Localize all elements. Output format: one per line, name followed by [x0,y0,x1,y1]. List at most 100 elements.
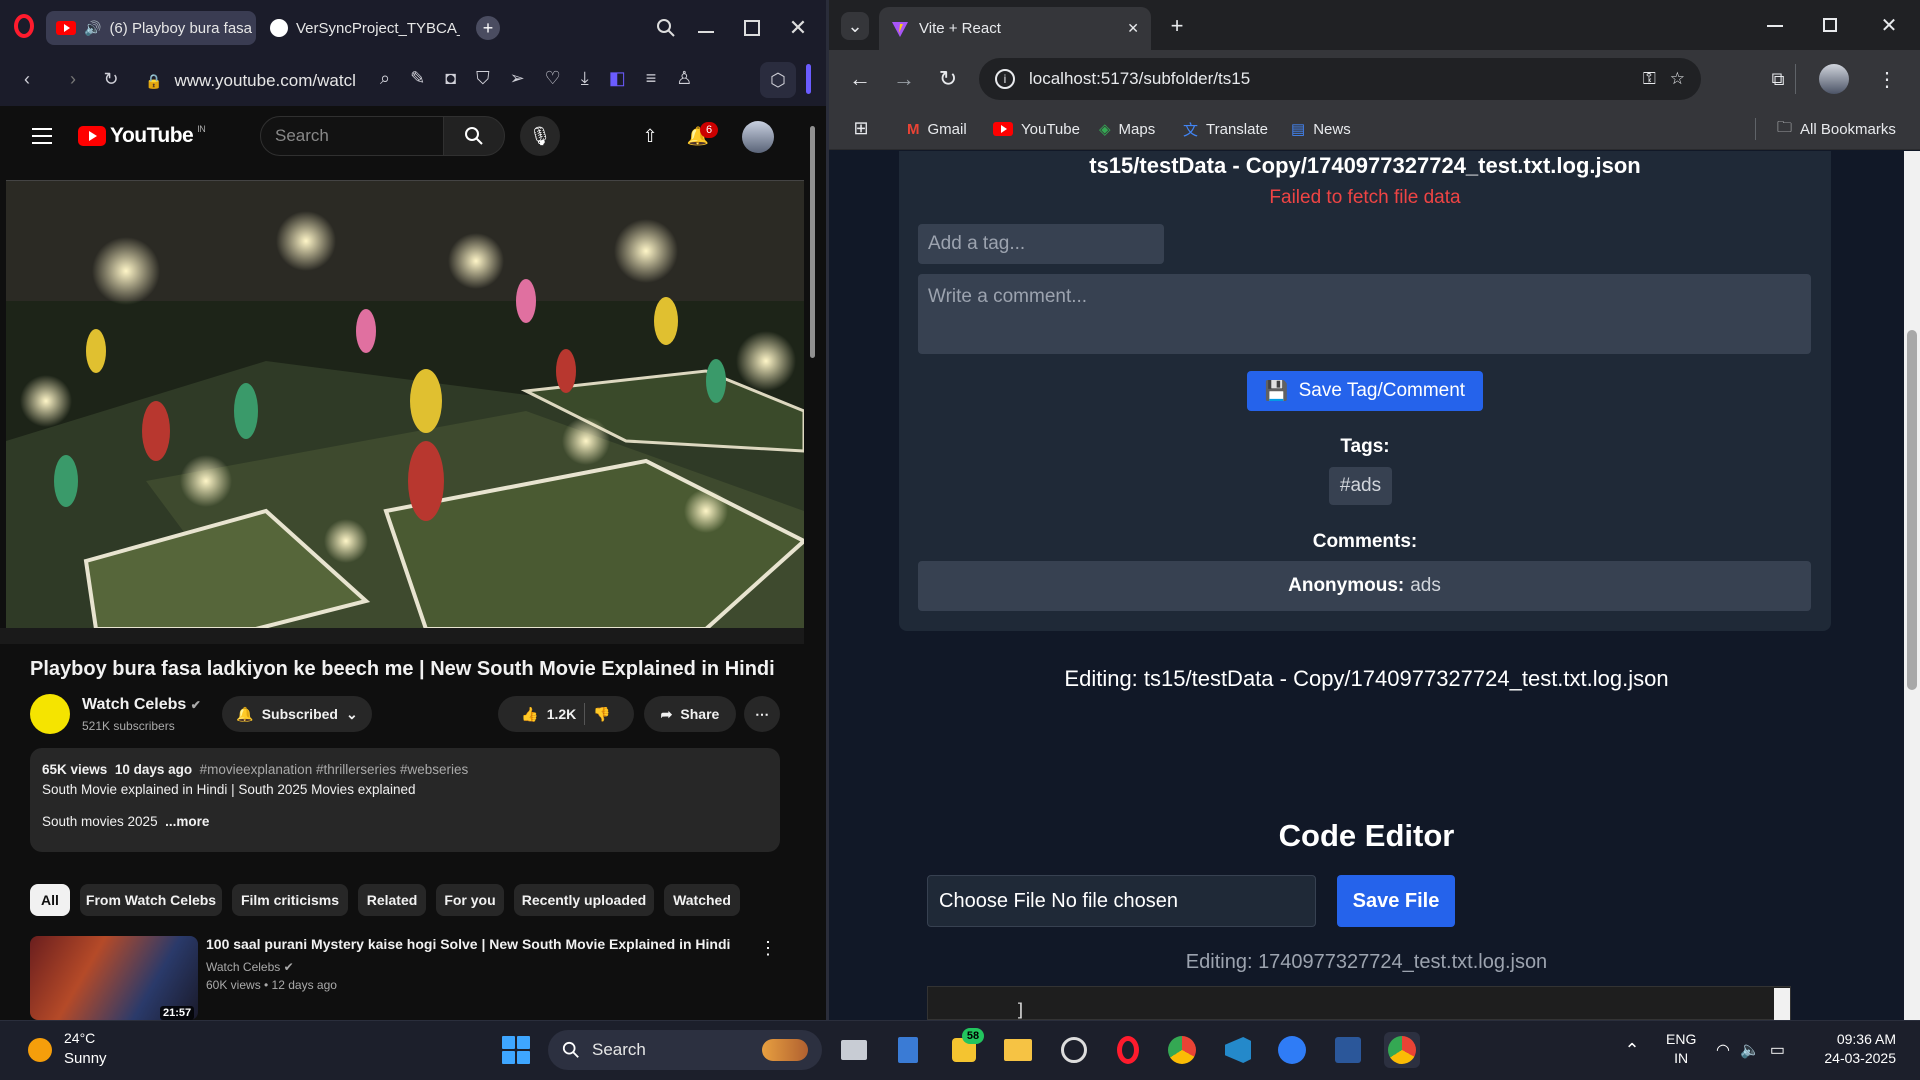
app-store-icon[interactable] [1274,1032,1310,1068]
taskbar-search[interactable]: Search [548,1030,822,1070]
address-bar[interactable]: i localhost:5173/subfolder/ts15 ⚿ ☆ [979,58,1701,100]
tab-search-icon[interactable]: ⌄ [841,12,869,40]
password-key-icon[interactable]: ⚿ [1643,69,1656,89]
new-tab-icon[interactable]: + [1163,12,1191,40]
chip-film-criticisms[interactable]: Film criticisms [232,884,348,916]
site-info-icon[interactable]: i [995,69,1015,89]
reload-icon[interactable]: ↻ [100,68,122,90]
weather-condition[interactable]: Sunny [64,1050,107,1067]
opera-logo-icon[interactable] [14,14,34,38]
avatar[interactable] [742,121,774,153]
tab-vite-react[interactable]: Vite + React ✕ [879,7,1151,50]
page-scrollbar-thumb[interactable] [1907,330,1917,690]
more-options-icon[interactable]: ⋮ [759,936,777,960]
heart-icon[interactable]: ♡ [545,68,561,89]
opera-taskbar-icon[interactable] [1110,1032,1146,1068]
profile-avatar[interactable] [1819,64,1849,94]
save-tag-comment-button[interactable]: 💾 Save Tag/Comment [1247,371,1483,411]
forward-icon[interactable]: › [62,68,84,90]
clock-app-icon[interactable] [1056,1032,1092,1068]
close-tab-icon[interactable]: ✕ [1127,20,1139,37]
vpn-icon[interactable]: ◧ [609,68,626,89]
apps-grid-icon[interactable]: ⊞ [849,116,873,140]
menu-icon[interactable]: ≡ [646,68,657,89]
tag-input[interactable]: Add a tag... [918,224,1164,264]
comment-textarea[interactable]: Write a comment... [918,274,1811,354]
close-icon[interactable]: ✕ [1877,12,1901,38]
save-file-button[interactable]: Save File [1337,875,1455,927]
back-icon[interactable]: ← [847,66,873,92]
like-icon[interactable]: 👍 [521,706,538,723]
mic-icon[interactable]: 🎙 [520,116,560,156]
chrome-menu-icon[interactable]: ⋮ [1877,66,1897,92]
scrollbar-thumb[interactable] [810,126,815,358]
bookmark-star-icon[interactable]: ☆ [1670,69,1685,89]
minimize-icon[interactable] [698,31,714,33]
weather-temperature[interactable]: 24°C [64,1030,95,1046]
video-player[interactable] [6,180,804,628]
channel-avatar[interactable] [30,694,70,734]
windows-start-icon[interactable] [502,1036,530,1064]
search-button[interactable] [443,116,505,156]
chip-for-you[interactable]: For you [436,884,504,916]
subscribed-button[interactable]: 🔔 Subscribed ⌄ [222,696,372,732]
recommended-title[interactable]: 100 saal purani Mystery kaise hogi Solve… [206,936,730,952]
task-view-icon[interactable] [836,1032,872,1068]
extensions-box-icon[interactable]: ⬡ [760,62,796,98]
code-editor-scrollbar[interactable] [1774,988,1790,1020]
word-icon[interactable] [1330,1032,1366,1068]
chip-from-channel[interactable]: From Watch Celebs [80,884,222,916]
upload-icon[interactable]: ⇧ [638,124,662,148]
sidebar-toggle[interactable] [806,64,811,94]
close-icon[interactable]: ✕ [786,14,810,42]
dislike-icon[interactable]: 👎 [593,706,610,723]
search-input[interactable]: Search [260,116,444,156]
hashtags[interactable]: #movieexplanation #thrillerseries #webse… [200,762,469,777]
maximize-icon[interactable] [744,20,760,36]
back-icon[interactable]: ‹ [16,68,38,90]
download-icon[interactable]: ⤓ [581,68,589,89]
chrome-active-icon[interactable] [1384,1032,1420,1068]
bookmark-translate[interactable]: 文 Translate [1183,116,1268,142]
all-bookmarks[interactable]: 🗀 All Bookmarks [1777,116,1896,142]
video-progress-area[interactable] [0,628,804,644]
search-icon[interactable]: ⌕ [380,68,390,89]
bookmark-maps[interactable]: ◈ Maps [1099,116,1155,142]
tab-youtube[interactable]: 🔊 (6) Playboy bura fasa l [46,11,256,45]
youtube-logo[interactable]: YouTube IN [78,124,206,148]
profile-icon[interactable]: ♙ [676,68,692,89]
tab-github[interactable]: VerSyncProject_TYBCA_SE [260,11,460,45]
bookmark-news[interactable]: ▤ News [1291,116,1351,142]
recommended-channel[interactable]: Watch Celebs ✔ [206,960,294,974]
system-tray[interactable]: ◠ 🔈 ▭ [1716,1040,1785,1060]
code-editor[interactable] [927,986,1791,1020]
show-more-link[interactable]: ...more [165,814,209,829]
edit-icon[interactable]: ✎ [410,68,425,89]
like-count[interactable]: 1.2K [547,706,577,722]
video-description[interactable]: 65K views 10 days ago #movieexplanation … [30,748,780,852]
hamburger-menu-icon[interactable] [32,128,52,144]
notes-app-icon[interactable] [890,1032,926,1068]
show-hidden-icons-chevron-icon[interactable]: ⌃ [1622,1040,1642,1060]
language-indicator[interactable]: ENG IN [1666,1030,1696,1068]
chrome-taskbar-icon[interactable] [1164,1032,1200,1068]
bookmark-youtube[interactable]: YouTube [993,116,1080,142]
chip-recently-uploaded[interactable]: Recently uploaded [514,884,654,916]
channel-name[interactable]: Watch Celebs ✔ [82,696,201,714]
extensions-icon[interactable]: ⧉ [1765,66,1791,92]
new-tab-icon[interactable]: + [476,16,500,40]
speaker-icon[interactable]: 🔊 [84,20,101,37]
more-actions-icon[interactable]: ⋯ [744,696,780,732]
vscode-icon[interactable] [1220,1032,1256,1068]
reload-icon[interactable]: ↻ [935,66,961,92]
shield-icon[interactable]: ⛉ [476,68,490,89]
maximize-icon[interactable] [1823,18,1837,32]
share-button[interactable]: ➦ Share [644,696,736,732]
chip-related[interactable]: Related [358,884,426,916]
minimize-icon[interactable] [1767,25,1783,27]
file-input[interactable]: Choose File No file chosen [927,875,1316,927]
chip-watched[interactable]: Watched [664,884,740,916]
sun-icon[interactable] [28,1038,52,1062]
forward-icon[interactable]: → [891,66,917,92]
clock[interactable]: 09:36 AM 24-03-2025 [1818,1030,1896,1068]
